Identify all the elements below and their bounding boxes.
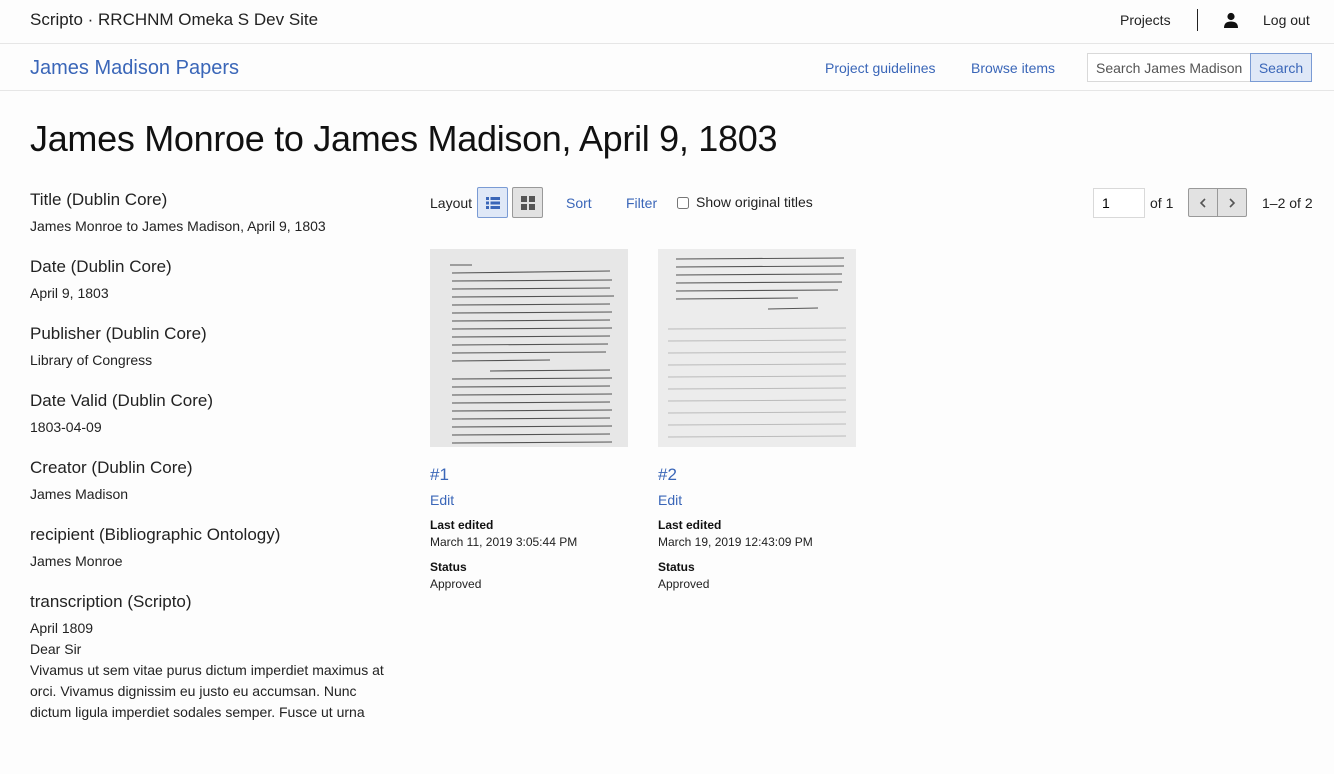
list-layout-button[interactable]	[477, 187, 508, 218]
metadata-list: Title (Dublin Core) James Monroe to Jame…	[30, 190, 405, 743]
status-value: Approved	[430, 577, 482, 591]
metadata-property: Date Valid (Dublin Core) 1803-04-09	[30, 391, 405, 438]
previous-page-button[interactable]	[1189, 189, 1217, 216]
edit-link[interactable]: Edit	[430, 491, 630, 509]
media-number-link[interactable]: #2	[658, 465, 858, 485]
metadata-property: Date (Dublin Core) April 9, 1803	[30, 257, 405, 304]
search-button[interactable]: Search	[1250, 53, 1312, 82]
metadata-label: Title (Dublin Core)	[30, 190, 168, 209]
next-page-button[interactable]	[1217, 189, 1246, 216]
page-title: James Monroe to James Madison, April 9, …	[30, 118, 778, 159]
metadata-label: recipient (Bibliographic Ontology)	[30, 525, 281, 544]
manuscript-thumbnail-image[interactable]	[430, 249, 628, 447]
grid-layout-icon	[520, 195, 535, 210]
transcription-line: Dear Sir	[30, 641, 82, 657]
edit-link[interactable]: Edit	[658, 491, 858, 509]
media-number-link[interactable]: #1	[430, 465, 630, 485]
media-card: #2 Edit Last edited March 19, 2019 12:43…	[658, 249, 858, 593]
metadata-value: James Monroe	[30, 553, 123, 569]
metadata-property: Title (Dublin Core) James Monroe to Jame…	[30, 190, 405, 237]
last-edited-label: Last edited	[430, 518, 494, 532]
manuscript-thumbnail-image[interactable]	[658, 249, 856, 447]
media-card: #1 Edit Last edited March 11, 2019 3:05:…	[430, 249, 630, 593]
projects-link[interactable]: Projects	[1120, 12, 1171, 28]
metadata-label: Publisher (Dublin Core)	[30, 324, 207, 343]
metadata-label: Date Valid (Dublin Core)	[30, 391, 213, 410]
transcription-line: dictum ligula imperdiet sodales semper. …	[30, 704, 365, 720]
transcription-value: April 1809 Dear Sir Vivamus ut sem vitae…	[30, 618, 405, 723]
result-range: 1–2 of 2	[1262, 195, 1313, 211]
filter-link[interactable]: Filter	[626, 195, 657, 211]
project-guidelines-link[interactable]: Project guidelines	[825, 60, 936, 76]
last-edited-value: March 19, 2019 12:43:09 PM	[658, 535, 813, 549]
metadata-label: Creator (Dublin Core)	[30, 458, 193, 477]
metadata-property: recipient (Bibliographic Ontology) James…	[30, 525, 405, 572]
search-input[interactable]	[1087, 53, 1250, 82]
project-bar: James Madison Papers Project guidelines …	[0, 44, 1334, 91]
top-bar-divider	[1197, 9, 1198, 31]
metadata-value: 1803-04-09	[30, 419, 102, 435]
sort-link[interactable]: Sort	[566, 195, 592, 211]
show-original-titles-checkbox[interactable]	[677, 197, 689, 209]
list-layout-icon	[485, 196, 500, 209]
transcription-line: orci. Vivamus dignissim eu justo eu accu…	[30, 683, 357, 699]
user-icon[interactable]	[1223, 12, 1239, 28]
metadata-value: Library of Congress	[30, 352, 153, 368]
metadata-value: James Monroe to James Madison, April 9, …	[30, 218, 326, 234]
metadata-label: Date (Dublin Core)	[30, 257, 172, 276]
logout-link[interactable]: Log out	[1263, 12, 1310, 28]
metadata-value: April 9, 1803	[30, 285, 109, 301]
top-bar: Scripto · RRCHNM Omeka S Dev Site Projec…	[0, 0, 1334, 44]
transcription-line: April 1809	[30, 620, 94, 636]
metadata-property: transcription (Scripto) April 1809 Dear …	[30, 592, 405, 723]
status-label: Status	[430, 560, 467, 574]
metadata-label: transcription (Scripto)	[30, 592, 192, 611]
page-count: of 1	[1150, 195, 1174, 211]
metadata-property: Publisher (Dublin Core) Library of Congr…	[30, 324, 405, 371]
last-edited-value: March 11, 2019 3:05:44 PM	[430, 535, 578, 549]
status-value: Approved	[658, 577, 710, 591]
layout-label: Layout	[430, 195, 473, 211]
metadata-property: Creator (Dublin Core) James Madison	[30, 458, 405, 505]
browse-items-link[interactable]: Browse items	[971, 60, 1055, 76]
show-original-titles-label: Show original titles	[696, 194, 813, 210]
status-label: Status	[658, 560, 695, 574]
grid-layout-button[interactable]	[512, 187, 543, 218]
page-number-input[interactable]	[1093, 188, 1145, 218]
metadata-value: James Madison	[30, 486, 129, 502]
pagination-buttons	[1188, 188, 1247, 217]
site-title-link[interactable]: Scripto · RRCHNM Omeka S Dev Site	[30, 10, 318, 30]
last-edited-label: Last edited	[658, 518, 722, 532]
project-title-link[interactable]: James Madison Papers	[30, 57, 239, 80]
chevron-left-icon	[1199, 197, 1206, 208]
transcription-line: Vivamus ut sem vitae purus dictum imperd…	[30, 662, 384, 678]
chevron-right-icon	[1229, 197, 1236, 208]
